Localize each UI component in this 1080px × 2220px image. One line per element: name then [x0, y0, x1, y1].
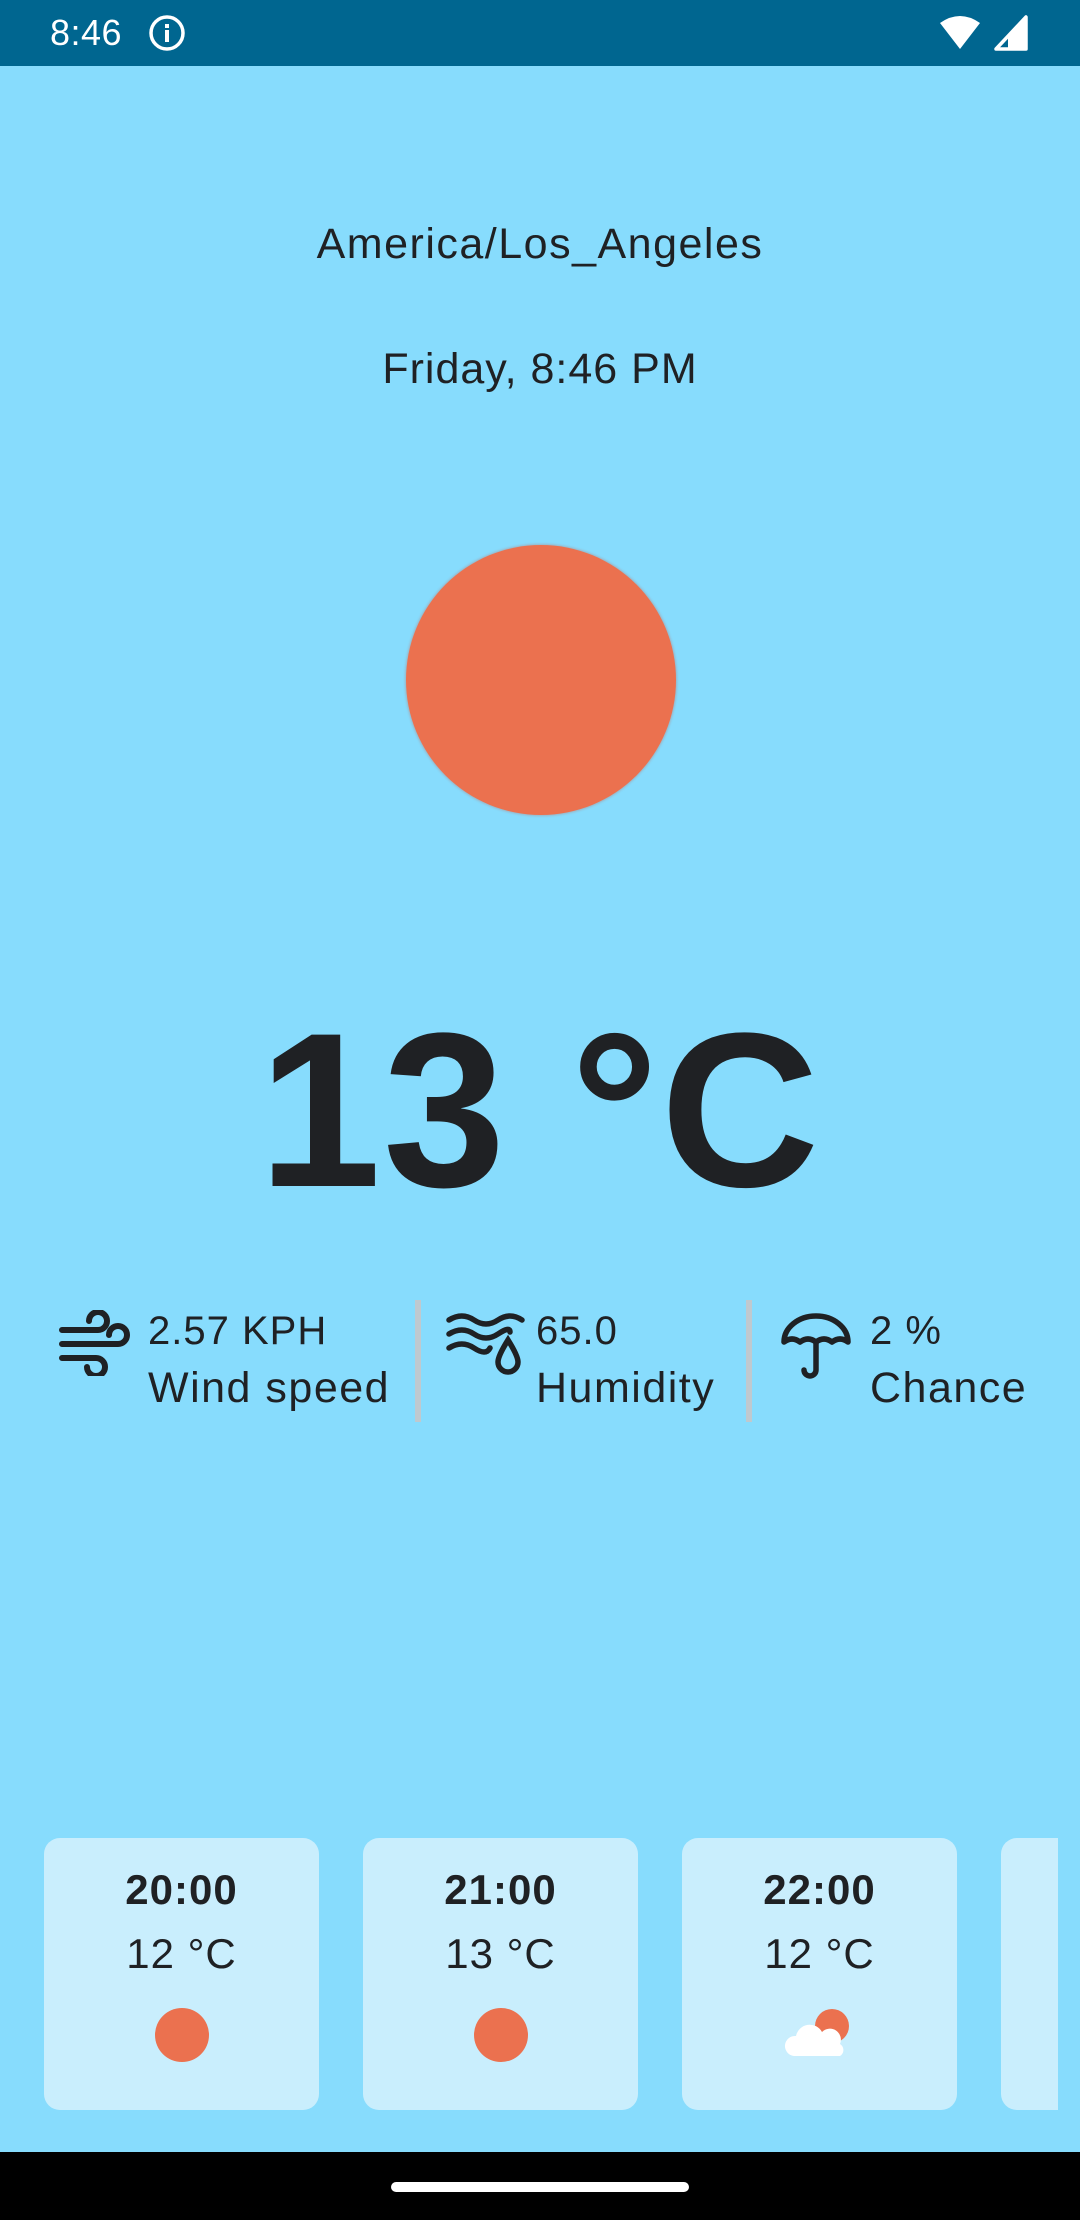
partly-cloudy-icon: [782, 2008, 858, 2065]
forecast-time: 22:00: [763, 1866, 876, 1913]
forecast-time: 21:00: [444, 1866, 557, 1913]
info-icon: [148, 14, 186, 52]
current-temperature: 13 °C: [258, 987, 822, 1233]
humidity-label: Humidity: [536, 1364, 716, 1412]
forecast-card[interactable]: 21:00 13 °C: [363, 1838, 638, 2110]
datetime-label: Friday, 8:46 PM: [382, 345, 698, 393]
sun-icon: [406, 545, 676, 815]
forecast-temp: 12 °C: [126, 1930, 237, 1977]
signal-icon: [994, 15, 1028, 51]
forecast-card[interactable]: 20:00 12 °C: [44, 1838, 319, 2110]
forecast-card[interactable]: 22:00 12 °C: [682, 1838, 957, 2110]
status-bar: 8:46: [0, 0, 1080, 66]
sun-icon: [154, 2008, 209, 2062]
sun-icon: [473, 2008, 528, 2062]
forecast-card-partial[interactable]: [1001, 1838, 1058, 2110]
forecast-temp: 13 °C: [445, 1930, 556, 1977]
wifi-icon: [938, 15, 982, 51]
humidity-value: 65.0: [536, 1309, 618, 1353]
weather-stats: 2.57 KPH Wind speed 65.0 Humidity 2 % Ch…: [0, 1300, 1080, 1422]
chance-label: Chance: [870, 1364, 1028, 1412]
forecast-temp: 12 °C: [764, 1930, 875, 1977]
wind-speed-label: Wind speed: [148, 1364, 391, 1412]
navigation-bar: [0, 2152, 1080, 2220]
divider: [746, 1300, 752, 1422]
umbrella-icon: [780, 1310, 852, 1387]
divider: [415, 1300, 421, 1422]
hourly-forecast[interactable]: 20:00 12 °C 21:00 13 °C 22:00 12 °C: [0, 1838, 1058, 2110]
wind-icon: [58, 1309, 134, 1381]
wind-speed-value: 2.57 KPH: [148, 1309, 328, 1353]
chance-value: 2 %: [870, 1309, 942, 1353]
home-handle[interactable]: [391, 2182, 689, 2192]
humidity-icon: [446, 1310, 526, 1381]
forecast-time: 20:00: [125, 1866, 238, 1913]
status-time: 8:46: [50, 12, 123, 53]
location-label: America/Los_Angeles: [316, 220, 764, 268]
